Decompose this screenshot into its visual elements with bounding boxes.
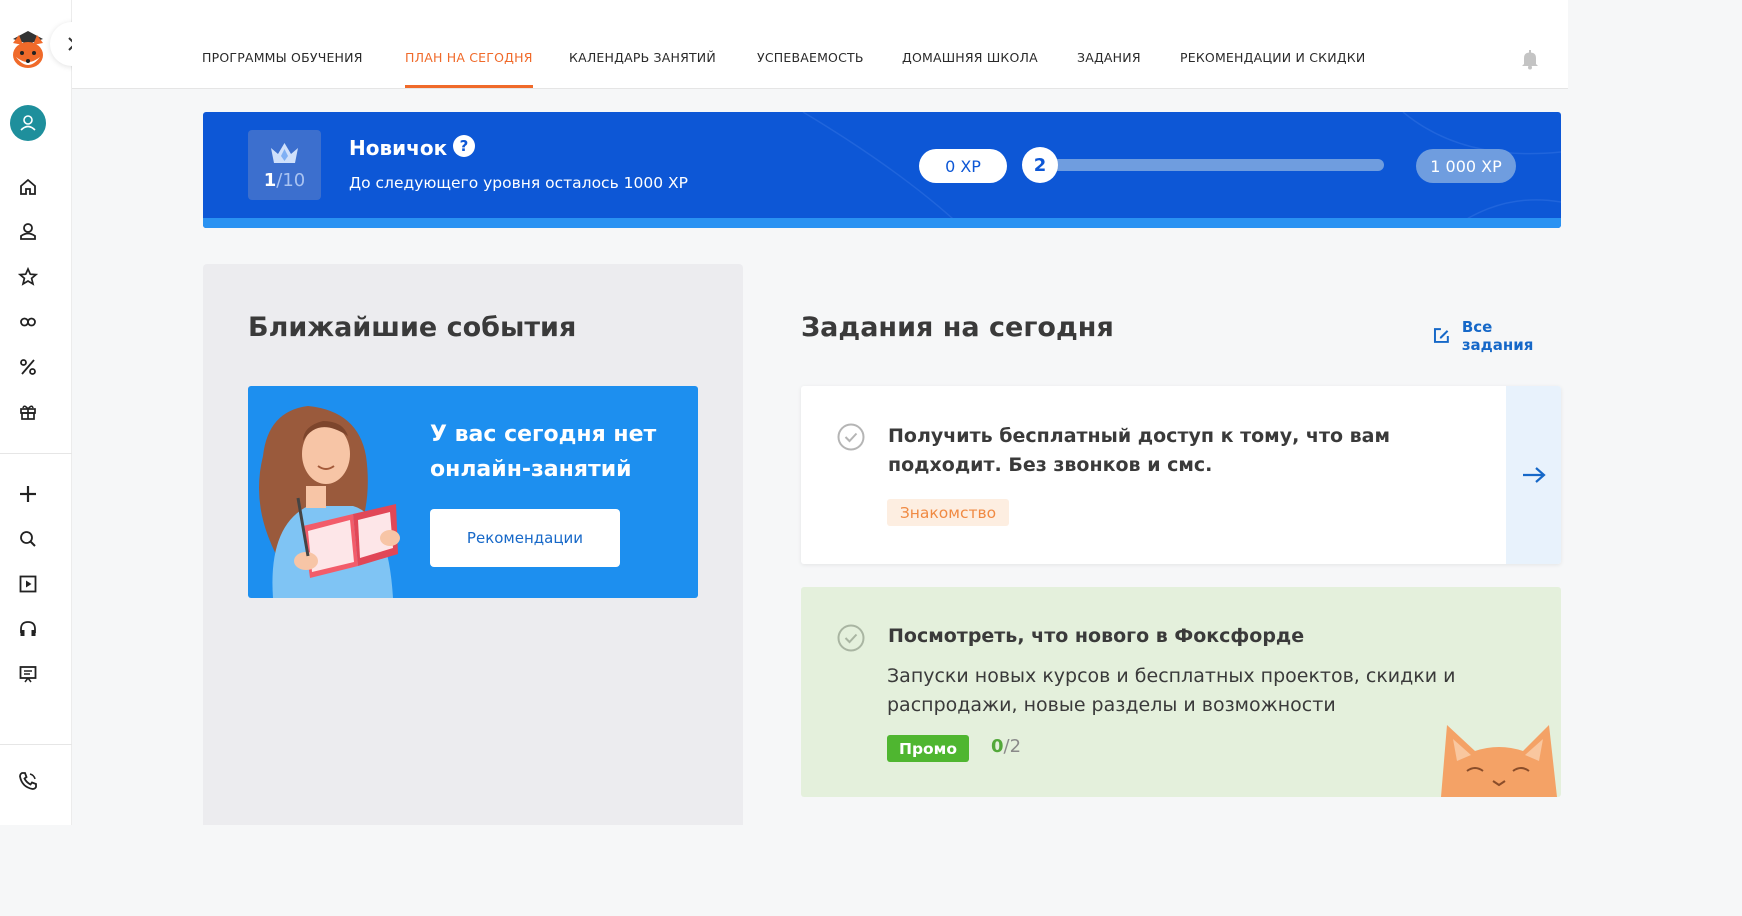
tag-intro: Знакомство: [887, 499, 1009, 526]
user-avatar-icon[interactable]: [10, 105, 46, 141]
star-icon[interactable]: [16, 265, 40, 289]
nav-active-underline: [405, 85, 533, 88]
edit-icon: [1433, 328, 1449, 343]
crown-icon: [271, 143, 298, 163]
presentation-icon[interactable]: [16, 662, 40, 686]
banner-stripe: [203, 218, 1561, 228]
nav-programs[interactable]: ПРОГРАММЫ ОБУЧЕНИЯ: [202, 50, 363, 65]
sidebar-divider: [0, 453, 72, 454]
play-icon[interactable]: [16, 572, 40, 596]
task-progress-done: 0: [991, 736, 1004, 757]
level-badge: 1/10: [248, 130, 321, 200]
task-card-free-access[interactable]: Получить бесплатный доступ к тому, что в…: [801, 386, 1561, 564]
task-progress-count: 0/2: [991, 736, 1021, 757]
check-circle-icon[interactable]: [837, 624, 865, 652]
percent-icon[interactable]: [16, 355, 40, 379]
all-tasks-link[interactable]: Все задания: [1432, 318, 1568, 354]
tag-promo: Промо: [887, 735, 969, 762]
infinity-icon[interactable]: [16, 310, 40, 334]
task-title: Посмотреть, что нового в Фоксфорде: [888, 625, 1305, 647]
level-current: 1: [263, 170, 277, 191]
xp-start-pill: 0 XP: [919, 149, 1007, 183]
next-level-marker: 2: [1022, 147, 1058, 183]
top-navigation: ПРОГРАММЫ ОБУЧЕНИЯ ПЛАН НА СЕГОДНЯ КАЛЕН…: [72, 0, 1568, 89]
task-progress-total: 2: [1009, 736, 1022, 757]
nav-progress[interactable]: УСПЕВАЕМОСТЬ: [757, 50, 864, 65]
upcoming-events-panel: Ближайшие события У вас сегодня нет онла…: [203, 264, 743, 825]
bell-icon[interactable]: [1519, 48, 1541, 70]
no-events-card: У вас сегодня нет онлайн-занятий Рекомен…: [248, 386, 698, 598]
headphones-icon[interactable]: [16, 617, 40, 641]
fox-logo-icon[interactable]: [9, 29, 47, 71]
help-icon[interactable]: ?: [453, 135, 475, 157]
level-subtitle: До следующего уровня осталось 1000 XP: [349, 174, 688, 192]
arrow-right-icon: [1522, 467, 1546, 483]
no-events-text: У вас сегодня нет онлайн-занятий: [430, 422, 657, 482]
task-description: Запуски новых курсов и бесплатных проект…: [887, 665, 1456, 716]
home-icon[interactable]: [16, 175, 40, 199]
level-banner: 1/10 Новичок ? До следующего уровня оста…: [203, 112, 1561, 228]
level-title: Новичок: [349, 136, 448, 160]
phone-icon[interactable]: [16, 769, 40, 793]
nav-home-school[interactable]: ДОМАШНЯЯ ШКОЛА: [902, 50, 1038, 65]
profile-icon[interactable]: [16, 220, 40, 244]
events-title: Ближайшие события: [248, 312, 577, 343]
search-icon[interactable]: [16, 527, 40, 551]
task-card-foxford-news[interactable]: Посмотреть, что нового в Фоксфорде Запус…: [801, 587, 1561, 797]
level-total: 10: [282, 170, 306, 191]
cat-illustration: [1441, 725, 1557, 797]
all-tasks-label: Все задания: [1461, 318, 1534, 354]
gift-icon[interactable]: [16, 400, 40, 424]
task-open-button[interactable]: [1506, 386, 1561, 564]
sidebar: [0, 0, 94, 825]
nav-recommendations[interactable]: РЕКОМЕНДАЦИИ И СКИДКИ: [1180, 50, 1365, 65]
xp-end-pill: 1 000 XP: [1416, 149, 1516, 183]
girl-reading-illustration: [259, 406, 400, 598]
tasks-title: Задания на сегодня: [801, 312, 1114, 343]
level-number: 1/10: [248, 170, 321, 191]
nav-calendar[interactable]: КАЛЕНДАРЬ ЗАНЯТИЙ: [569, 50, 716, 65]
recommendations-button[interactable]: Рекомендации: [430, 509, 620, 567]
nav-assignments[interactable]: ЗАДАНИЯ: [1077, 50, 1141, 65]
plus-icon[interactable]: [16, 482, 40, 506]
task-title: Получить бесплатный доступ к тому, что в…: [888, 425, 1391, 476]
nav-plan-today[interactable]: ПЛАН НА СЕГОДНЯ: [405, 50, 533, 65]
xp-progress-track: [1038, 159, 1384, 171]
check-circle-icon[interactable]: [837, 423, 865, 451]
sidebar-divider: [0, 744, 72, 745]
